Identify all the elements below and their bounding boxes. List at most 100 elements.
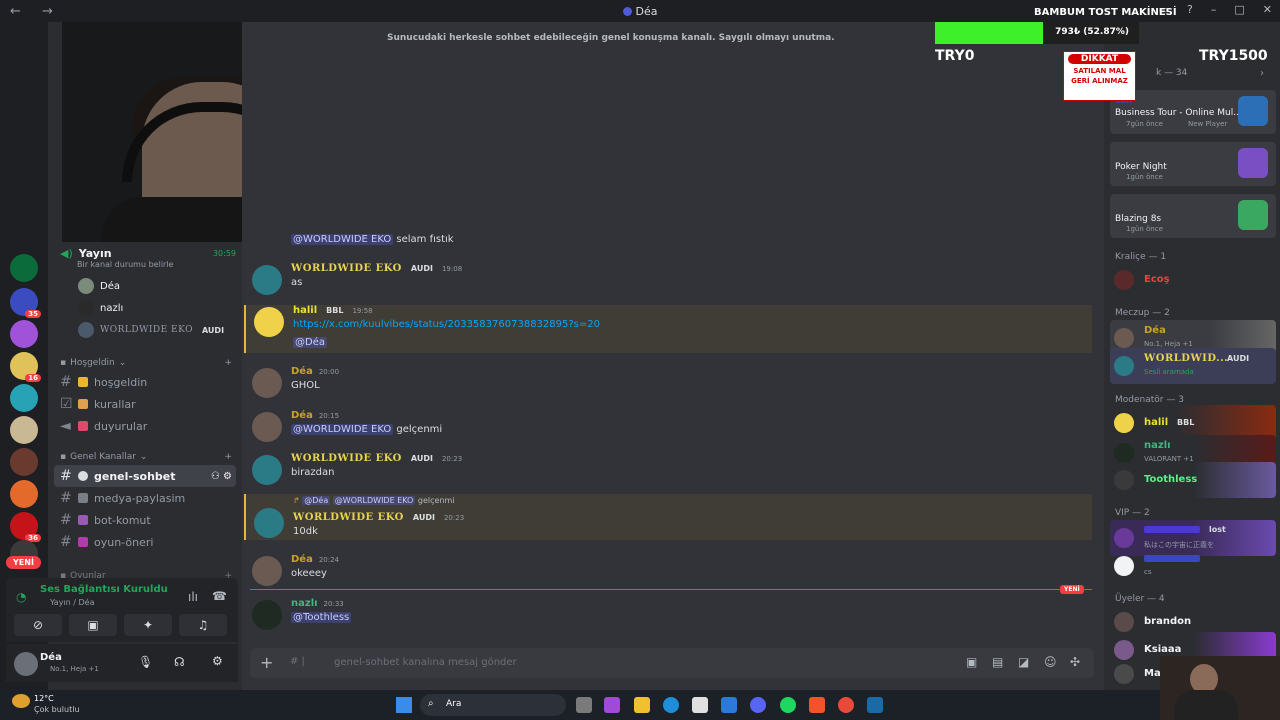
edge-browser-icon[interactable] bbox=[663, 697, 679, 713]
member-item[interactable]: WORLDWID... AUDI Sesli aramada bbox=[1110, 348, 1276, 384]
server-icon[interactable]: 36 bbox=[10, 512, 41, 542]
maximize-button[interactable]: □ bbox=[1234, 3, 1244, 16]
avatar[interactable] bbox=[254, 307, 284, 337]
voice-location[interactable]: Yayın / Déa bbox=[50, 598, 94, 607]
camera-off-button[interactable]: ⊘ bbox=[14, 614, 62, 636]
channel-kurallar[interactable]: ☑ kurallar bbox=[54, 393, 234, 415]
task-view-icon[interactable] bbox=[576, 697, 592, 713]
sticker-icon[interactable]: ◪ bbox=[1018, 655, 1029, 669]
chevron-right-icon[interactable]: › bbox=[1260, 68, 1264, 79]
reply-preview[interactable]: ↱ @Déa @WORLDWIDE EKO gelçenmi bbox=[293, 496, 455, 505]
user-mention[interactable]: @Déa bbox=[293, 337, 327, 348]
avatar[interactable] bbox=[252, 368, 282, 398]
member-item[interactable]: cs bbox=[1110, 548, 1276, 584]
windows-start-icon[interactable] bbox=[396, 697, 412, 713]
user-mention[interactable]: @Toothless bbox=[291, 612, 352, 623]
message-author[interactable]: halil bbox=[293, 305, 317, 316]
chat-message[interactable]: @WORLDWIDE EKO selam fıstık bbox=[250, 234, 1090, 250]
soundboard-button[interactable]: ♫ bbox=[179, 614, 227, 636]
member-item[interactable]: Ecoş bbox=[1110, 262, 1276, 298]
close-button[interactable]: ✕ bbox=[1263, 3, 1272, 16]
avatar[interactable] bbox=[252, 455, 282, 485]
message-composer[interactable]: + # | genel-sohbet kanalına mesaj gönder… bbox=[250, 648, 1094, 678]
minimize-button[interactable]: – bbox=[1211, 3, 1217, 16]
avatar[interactable] bbox=[252, 600, 282, 630]
headphones-icon[interactable]: ☊ bbox=[174, 655, 185, 669]
activity-card[interactable]: Blazing 8s 1gün önce bbox=[1110, 194, 1276, 238]
file-explorer-icon[interactable] bbox=[634, 697, 650, 713]
server-icon[interactable] bbox=[10, 320, 38, 348]
add-channel-icon[interactable]: + bbox=[224, 452, 232, 462]
message-author[interactable]: WORLDWIDE EKO bbox=[291, 453, 402, 464]
store-icon[interactable] bbox=[692, 697, 708, 713]
activity-card[interactable]: Poker Night 1gün önce bbox=[1110, 142, 1276, 186]
message-author[interactable]: nazlı bbox=[291, 598, 318, 609]
category-genel[interactable]: ▪ Genel Kanallar ⌄ + bbox=[60, 452, 232, 462]
message-author[interactable]: WORLDWIDE EKO bbox=[293, 512, 404, 523]
chat-message[interactable]: WORLDWIDE EKO AUDI 19:08 as bbox=[250, 263, 1090, 297]
voice-user[interactable]: WORLDWIDE EKO AUDI bbox=[78, 320, 236, 340]
microphone-icon[interactable]: 🎙 bbox=[138, 655, 153, 669]
channel-oyun-oneri[interactable]: # oyun-öneri bbox=[54, 531, 236, 553]
chat-message-highlighted[interactable]: halil BBL 19:58 https://x.com/kuulvibes/st… bbox=[244, 305, 1092, 353]
weather-text[interactable]: Çok bulutlu bbox=[34, 705, 80, 714]
chat-message[interactable]: Déa 20:15 @WORLDWIDE EKO gelçenmi bbox=[250, 410, 1090, 444]
chat-message-highlighted[interactable]: ↱ @Déa @WORLDWIDE EKO gelçenmi WORLDWIDE… bbox=[244, 494, 1092, 540]
voice-channel[interactable]: ◀) Yayın 30:59 Bir kanal durumu belirle bbox=[60, 247, 236, 269]
gif-icon[interactable]: ▤ bbox=[992, 655, 1003, 669]
emoji-icon[interactable]: ☺ bbox=[1044, 655, 1057, 669]
invite-icon[interactable]: ⚇ ⚙ bbox=[211, 471, 232, 482]
add-attachment-icon[interactable]: + bbox=[260, 653, 273, 672]
help-icon[interactable]: ? bbox=[1187, 3, 1193, 16]
member-item[interactable]: Toothless bbox=[1110, 462, 1276, 498]
server-icon[interactable] bbox=[10, 416, 38, 444]
avatar[interactable] bbox=[252, 265, 282, 295]
app-icon[interactable] bbox=[604, 697, 620, 713]
disconnect-icon[interactable]: ☎ bbox=[212, 589, 227, 603]
channel-hosgeldin[interactable]: # hoşgeldin bbox=[54, 371, 234, 393]
server-icon-starbucks[interactable] bbox=[10, 254, 38, 282]
activities-button[interactable]: ✦ bbox=[124, 614, 172, 636]
avatar[interactable] bbox=[252, 556, 282, 586]
chat-message[interactable]: Déa 20:00 GHOL bbox=[250, 366, 1090, 400]
new-unreads-pill[interactable]: YENİ bbox=[6, 556, 41, 569]
message-author[interactable]: Déa bbox=[291, 366, 313, 377]
channel-status-hint[interactable]: Bir kanal durumu belirle bbox=[77, 260, 236, 269]
weather-temp[interactable]: 12°C bbox=[34, 694, 54, 703]
app-icon[interactable] bbox=[838, 697, 854, 713]
gift-icon[interactable]: ▣ bbox=[966, 655, 977, 669]
screen-share-button[interactable]: ▣ bbox=[69, 614, 117, 636]
weather-cloud-icon[interactable] bbox=[12, 694, 30, 708]
mail-icon[interactable] bbox=[721, 697, 737, 713]
channel-duyurular[interactable]: ◄ duyurular bbox=[54, 415, 234, 437]
message-author[interactable]: Déa bbox=[291, 410, 313, 421]
channel-bot-komut[interactable]: # bot-komut bbox=[54, 509, 236, 531]
voice-status[interactable]: Ses Bağlantısı Kuruldu bbox=[40, 584, 168, 595]
server-icon[interactable]: 35 bbox=[10, 288, 41, 318]
voice-user[interactable]: Déa bbox=[78, 276, 236, 296]
server-icon[interactable] bbox=[10, 448, 38, 476]
chat-message[interactable]: Déa 20:24 okeeey bbox=[250, 554, 1090, 588]
taskbar-search[interactable]: ⌕ Ara bbox=[420, 694, 566, 716]
channel-genel-sohbet[interactable]: # genel-sohbet ⚇ ⚙ bbox=[54, 465, 236, 487]
noise-suppression-icon[interactable]: ılı bbox=[188, 590, 198, 604]
brave-browser-icon[interactable] bbox=[809, 697, 825, 713]
avatar[interactable] bbox=[252, 412, 282, 442]
user-mention[interactable]: @WORLDWIDE EKO bbox=[291, 234, 394, 245]
avatar[interactable] bbox=[254, 508, 284, 538]
chat-message[interactable]: nazlı 20:33 @Toothless bbox=[250, 598, 1090, 632]
user-mention[interactable]: @Déa bbox=[302, 496, 331, 505]
steam-icon[interactable] bbox=[867, 697, 883, 713]
message-author[interactable]: Déa bbox=[291, 554, 313, 565]
message-author[interactable]: WORLDWIDE EKO bbox=[291, 263, 402, 274]
server-icon[interactable] bbox=[10, 384, 38, 412]
add-channel-icon[interactable]: + bbox=[224, 358, 232, 368]
apps-icon[interactable]: ✣ bbox=[1070, 655, 1080, 669]
message-link[interactable]: https://x.com/kuulvibes/status/203358376… bbox=[293, 319, 600, 330]
avatar[interactable] bbox=[14, 652, 38, 676]
server-icon[interactable]: 16 bbox=[10, 352, 41, 382]
category-hosgeldin[interactable]: ▪ Hoşgeldin ⌄ + bbox=[60, 358, 232, 368]
discord-icon[interactable] bbox=[750, 697, 766, 713]
channel-medya-paylasim[interactable]: # medya-paylasim bbox=[54, 487, 236, 509]
voice-user[interactable]: nazlı bbox=[78, 298, 236, 318]
